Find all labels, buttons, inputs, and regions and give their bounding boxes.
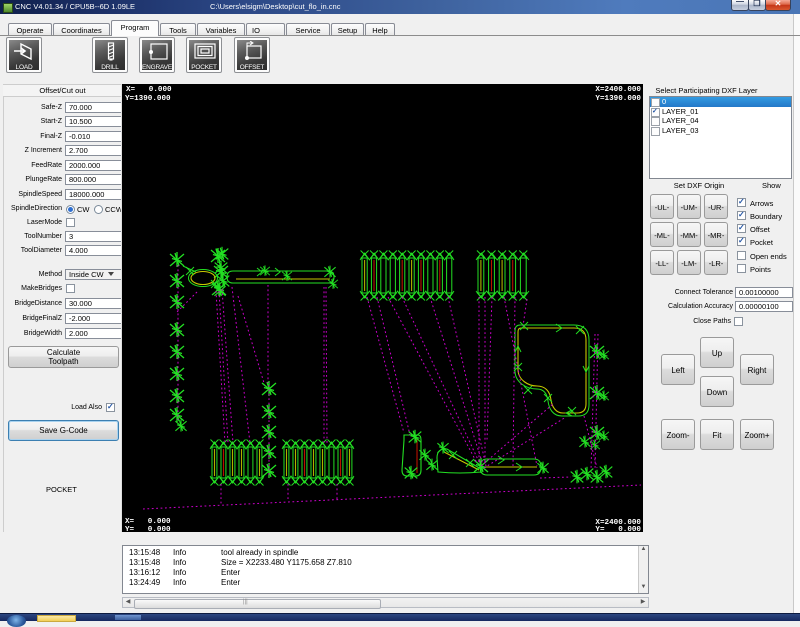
svg-text:Y=1390.000: Y=1390.000 xyxy=(125,95,171,103)
svg-text:Y= 0.000: Y= 0.000 xyxy=(595,526,641,532)
svg-text:X= 0.000: X= 0.000 xyxy=(125,518,171,526)
svg-text:Y=1390.000: Y=1390.000 xyxy=(595,95,641,103)
svg-text:X=2400.000: X=2400.000 xyxy=(595,86,641,94)
svg-text:X= 0.000: X= 0.000 xyxy=(126,86,172,94)
svg-text:Y= 0.000: Y= 0.000 xyxy=(125,526,171,532)
